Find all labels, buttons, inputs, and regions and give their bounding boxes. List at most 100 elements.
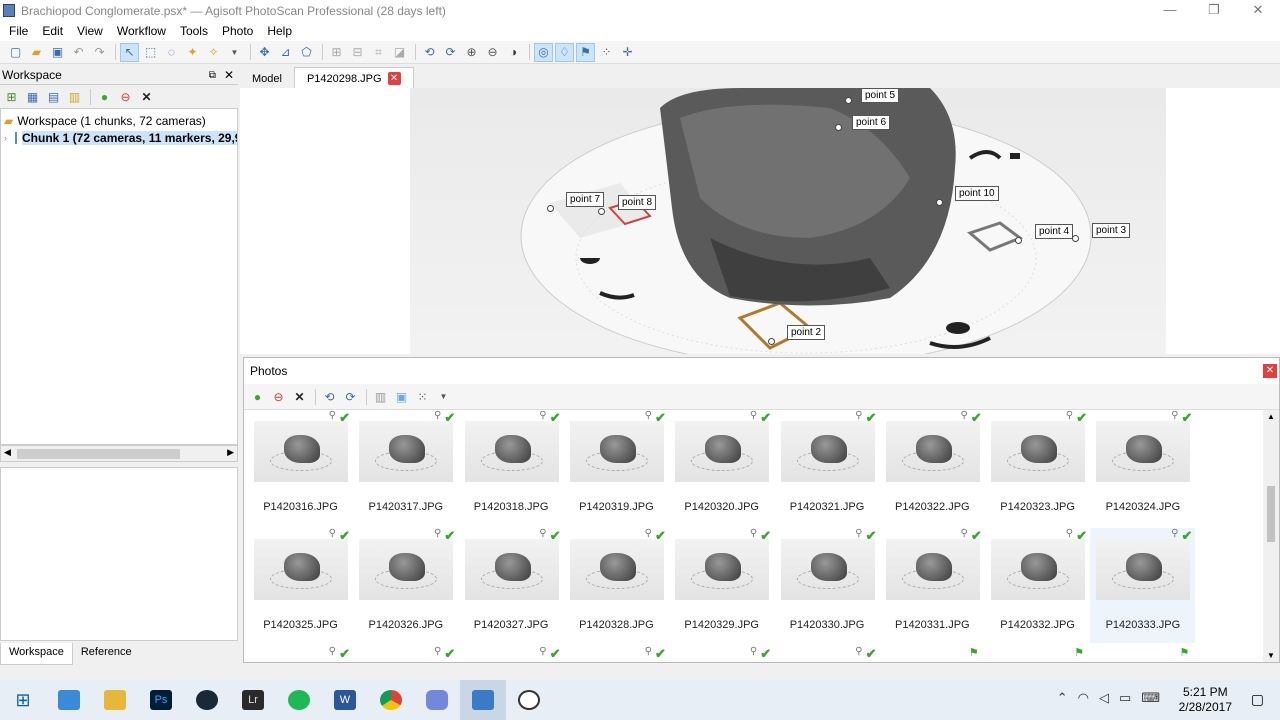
photo-thumbnail[interactable]: ⚲ ✔ P1420326.JPG	[353, 528, 458, 643]
crop-icon[interactable]: ⌗	[369, 43, 388, 62]
scroll-right-icon[interactable]: ▶	[227, 447, 234, 458]
subtract-selection-icon[interactable]: ⊟	[348, 43, 367, 62]
scroll-left-icon[interactable]: ◀	[4, 447, 11, 458]
redo-icon[interactable]: ↷	[90, 43, 109, 62]
marker-pin[interactable]	[835, 124, 842, 131]
navigation-icon[interactable]: ↖	[120, 42, 139, 62]
maximize-button[interactable]: ❐	[1192, 0, 1236, 21]
start-button[interactable]: ⊞	[0, 680, 46, 720]
minimize-button[interactable]: —	[1148, 0, 1192, 21]
marker-label[interactable]: point 3	[1092, 223, 1131, 238]
scroll-up-icon[interactable]: ▲	[1267, 412, 1275, 421]
zoom-out-icon[interactable]: ⊖	[483, 43, 502, 62]
expand-chevron-icon[interactable]: ›	[4, 133, 7, 143]
marker-label[interactable]: point 2	[787, 325, 826, 340]
photo-thumbnail[interactable]: ⚲ ✔ P1420329.JPG	[669, 528, 774, 643]
undo-icon[interactable]: ↶	[69, 43, 88, 62]
rotate-left-icon[interactable]: ⟲	[420, 43, 439, 62]
add-selection-icon[interactable]: ⊞	[327, 43, 346, 62]
tab-reference[interactable]: Reference	[73, 643, 140, 665]
menu-help[interactable]: Help	[260, 24, 299, 38]
photo-thumbnail[interactable]: ⚲ ✔ P1420327.JPG	[459, 528, 564, 643]
network-icon[interactable]: ◠	[1078, 690, 1089, 706]
photo-thumbnail[interactable]: ⚲ ✔	[775, 646, 880, 662]
add-marker-icon[interactable]: ▥	[65, 88, 84, 107]
remove-cameras-icon[interactable]: ✕	[290, 387, 309, 406]
taskbar-photoshop[interactable]: Ps	[138, 680, 184, 720]
photo-thumbnail[interactable]: ⚲ ✔	[353, 646, 458, 662]
intelligent-scissors-icon[interactable]: ✧	[204, 43, 223, 62]
menu-tools[interactable]: Tools	[173, 24, 215, 38]
photo-thumbnail[interactable]: ⚲ ✔ P1420323.JPG	[985, 410, 1090, 525]
photo-thumbnail[interactable]: ⚲ ✔ P1420322.JPG	[880, 410, 985, 525]
taskbar-word[interactable]: W	[322, 680, 368, 720]
taskbar-task-view[interactable]	[46, 680, 92, 720]
show-masks-icon[interactable]: ◎	[534, 42, 553, 62]
marker-label[interactable]: point 7	[566, 192, 605, 207]
chevron-up-icon[interactable]: ⌃	[1057, 690, 1068, 706]
rotate-left-icon[interactable]: ⟲	[320, 387, 339, 406]
rect-select-icon[interactable]: ⬚	[141, 43, 160, 62]
menu-file[interactable]: File	[2, 24, 35, 38]
photo-thumbnail[interactable]: ⚲ ✔ P1420331.JPG	[880, 528, 985, 643]
move-icon[interactable]: ✥	[255, 43, 274, 62]
taskbar-lightroom[interactable]: Lr	[230, 680, 276, 720]
marker-pin[interactable]	[768, 338, 775, 345]
marker-label[interactable]: point 4	[1035, 224, 1074, 239]
close-button[interactable]: ✕	[1236, 0, 1280, 21]
photo-thumbnail[interactable]: ⚲ ✔ P1420325.JPG	[248, 528, 353, 643]
remove-icon[interactable]: ✕	[137, 88, 156, 107]
disable-cameras-icon[interactable]: ⊖	[269, 387, 288, 406]
reset-filter-icon[interactable]: ▥	[371, 387, 390, 406]
marker-pin[interactable]	[1015, 237, 1022, 244]
marker-pin[interactable]	[936, 199, 943, 206]
marker-label[interactable]: point 5	[861, 88, 900, 103]
rotate-right-icon[interactable]: ⟳	[341, 387, 360, 406]
menu-photo[interactable]: Photo	[215, 24, 260, 38]
enable-icon[interactable]: ●	[95, 88, 114, 107]
marker-pin[interactable]	[547, 205, 554, 212]
photo-viewport[interactable]: point 5 point 6 point 7 point 8 point 10…	[240, 88, 1280, 354]
open-folder-icon[interactable]: ▰	[27, 43, 46, 62]
scroll-thumb[interactable]	[1267, 486, 1275, 542]
close-photos-icon[interactable]: ✕	[1263, 364, 1277, 378]
taskbar-discord[interactable]	[414, 680, 460, 720]
close-tab-icon[interactable]: ✕	[387, 72, 401, 85]
photo-thumbnail[interactable]: ⚲ ✔ P1420316.JPG	[248, 410, 353, 525]
add-folder-icon[interactable]: ▤	[44, 88, 63, 107]
rotate-right-icon[interactable]: ⟳	[441, 43, 460, 62]
tab-workspace[interactable]: Workspace	[0, 643, 73, 665]
photo-thumbnail[interactable]: ⚲ ✔ P1420330.JPG	[775, 528, 880, 643]
mask-icon[interactable]: ◪	[390, 43, 409, 62]
photo-thumbnail[interactable]: ⚲ ✔	[564, 646, 669, 662]
photo-thumbnail[interactable]: ⚲ ✔ P1420324.JPG	[1090, 410, 1195, 525]
menu-edit[interactable]: Edit	[35, 24, 70, 38]
add-photos-icon[interactable]: ▦	[23, 88, 42, 107]
photo-thumbnail[interactable]: ⚲ ✔ P1420333.JPG	[1090, 528, 1196, 643]
battery-icon[interactable]: ▭	[1119, 690, 1131, 706]
view-mode-icon[interactable]: ⁙	[413, 387, 432, 406]
new-file-icon[interactable]: ▢	[6, 43, 25, 62]
photo-thumbnail[interactable]: ⚑	[1090, 646, 1195, 662]
tree-root[interactable]: ▰ Workspace (1 chunks, 72 cameras)	[1, 112, 237, 129]
photo-thumbnail[interactable]: ⚑	[985, 646, 1090, 662]
show-shapes-icon[interactable]: ♢	[555, 42, 574, 62]
clock[interactable]: 5:21 PM 2/28/2017	[1179, 685, 1232, 715]
tree-chunk[interactable]: › Chunk 1 (72 cameras, 11 markers, 29,9	[1, 129, 237, 146]
taskbar-app[interactable]	[506, 680, 552, 720]
taskbar-spotify[interactable]	[276, 680, 322, 720]
photo-thumbnail[interactable]: ⚲ ✔	[669, 646, 774, 662]
taskbar-explorer[interactable]	[92, 680, 138, 720]
taskbar-steam[interactable]	[184, 680, 230, 720]
menu-view[interactable]: View	[70, 24, 110, 38]
photo-thumbnail[interactable]: ⚲ ✔ P1420320.JPG	[669, 410, 774, 525]
add-chunk-icon[interactable]: ⊞	[2, 88, 21, 107]
view-mode-dropdown-icon[interactable]: ▼	[434, 387, 453, 406]
photo-thumbnail[interactable]: ⚲ ✔ P1420332.JPG	[985, 528, 1090, 643]
marker-label[interactable]: point 10	[955, 186, 999, 201]
lasso-icon[interactable]: ◌	[162, 43, 181, 62]
ruler-icon[interactable]: ⊿	[276, 43, 295, 62]
show-points-icon[interactable]: ⁘	[597, 43, 616, 62]
notifications-icon[interactable]: ▢	[1251, 691, 1264, 708]
float-panel-icon[interactable]: ⧉	[209, 70, 216, 81]
